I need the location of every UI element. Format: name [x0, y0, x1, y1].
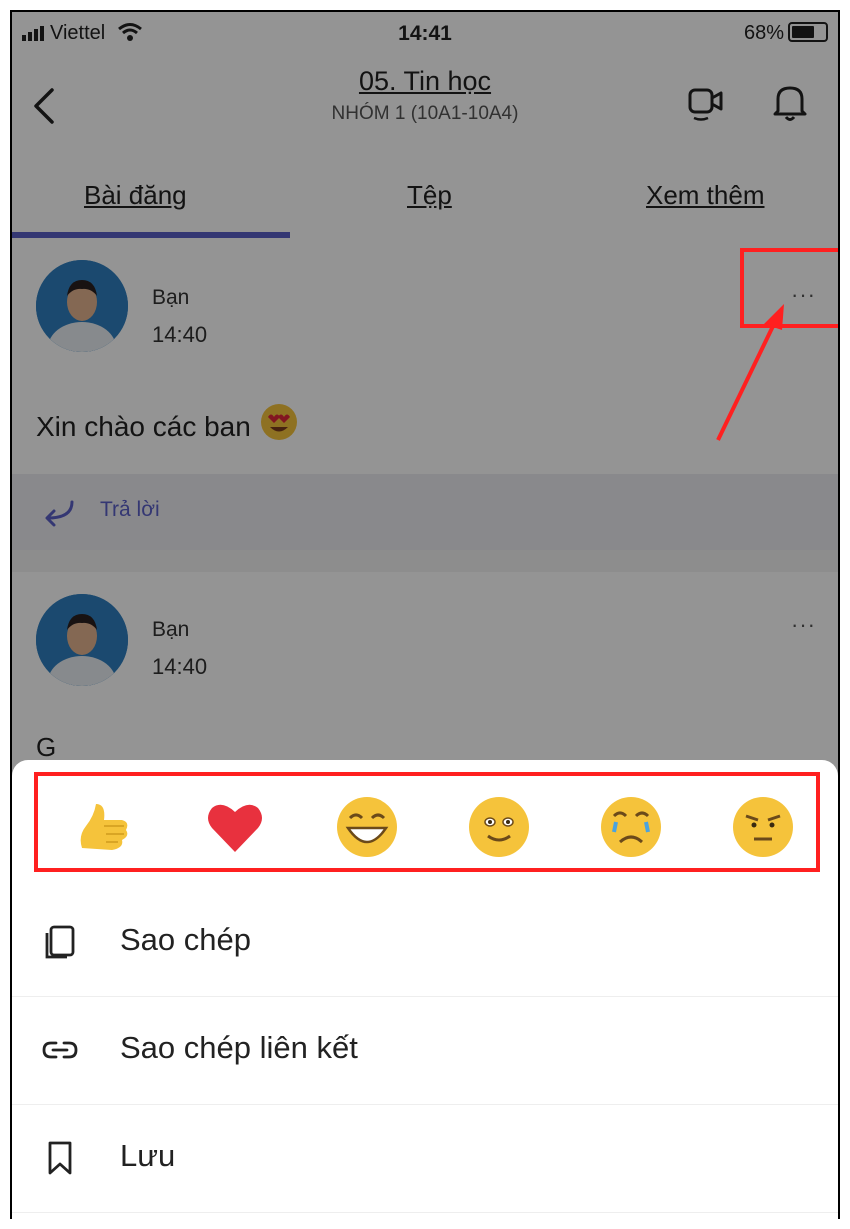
laugh-icon[interactable] — [336, 796, 398, 858]
link-icon — [42, 1041, 78, 1059]
bookmark-icon — [48, 1141, 72, 1175]
menu-item-copy[interactable]: Sao chép — [12, 888, 838, 997]
angry-icon[interactable] — [732, 796, 794, 858]
menu-item-copy-link[interactable]: Sao chép liên kết — [12, 996, 838, 1105]
reactions-row — [34, 772, 820, 872]
annotation-arrow — [716, 304, 784, 441]
action-sheet: Sao chép Sao chép liên kết Lưu — [12, 760, 838, 1219]
menu-item-label: Sao chép — [120, 922, 251, 957]
menu-item-save[interactable]: Lưu — [12, 1104, 838, 1213]
menu-item-label: Sao chép liên kết — [120, 1030, 358, 1065]
phone-screen: Viettel 14:41 68% 05. Tin học NHÓM 1 (10… — [10, 10, 840, 1219]
menu-item-label: Lưu — [120, 1138, 176, 1173]
like-icon[interactable] — [72, 796, 134, 858]
sad-icon[interactable] — [600, 796, 662, 858]
heart-icon[interactable] — [204, 796, 266, 858]
smile-icon[interactable] — [468, 796, 530, 858]
copy-icon — [45, 925, 75, 959]
